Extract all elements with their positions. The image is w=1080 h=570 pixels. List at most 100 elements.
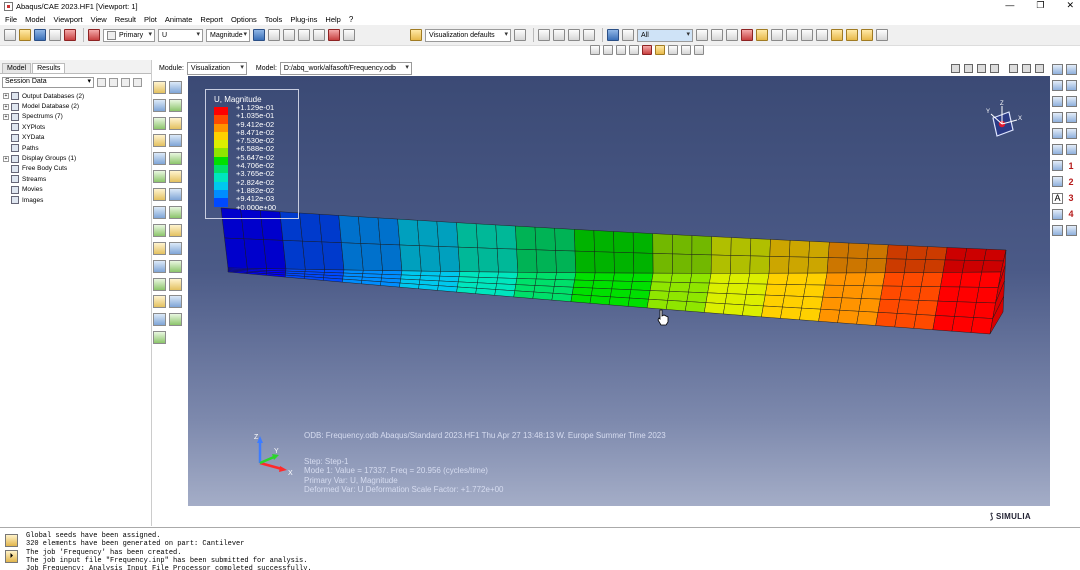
- viewport-number-label[interactable]: 4: [1066, 209, 1076, 219]
- expand-tree-icon[interactable]: [109, 78, 118, 87]
- python-prompt-icon[interactable]: ⏵: [5, 550, 18, 563]
- arrow-tool-icon[interactable]: [1066, 95, 1077, 107]
- view-cut-icon[interactable]: [153, 241, 166, 255]
- query-info-icon[interactable]: [607, 29, 619, 41]
- remove-icon[interactable]: [801, 29, 813, 41]
- save-icon[interactable]: [34, 29, 46, 41]
- display-group-options-icon[interactable]: [169, 259, 182, 273]
- primary-select[interactable]: Primary: [103, 28, 155, 42]
- legend-toggle-icon[interactable]: [1052, 63, 1063, 75]
- module-select[interactable]: Visualization: [186, 61, 247, 75]
- view-iso-icon[interactable]: [831, 29, 843, 41]
- tree-item[interactable]: Free Body Cuts: [3, 164, 151, 174]
- menu-options[interactable]: Options: [231, 15, 257, 24]
- previous-frame-icon[interactable]: [964, 63, 973, 73]
- view-front-icon[interactable]: [846, 29, 858, 41]
- invariant-select[interactable]: Magnitude: [206, 28, 250, 42]
- expand-icon[interactable]: +: [3, 155, 9, 162]
- color-code-icon[interactable]: [1052, 128, 1063, 140]
- restore-button[interactable]: ❐: [1036, 0, 1044, 11]
- select-box-icon[interactable]: [711, 29, 723, 41]
- menu-model[interactable]: Model: [25, 15, 45, 24]
- drag-shape-icon[interactable]: [741, 29, 753, 41]
- rotate-icon[interactable]: [283, 29, 295, 41]
- filter-icon[interactable]: [97, 78, 106, 87]
- add-icon[interactable]: [816, 29, 828, 41]
- expand-icon[interactable]: +: [3, 93, 9, 100]
- tool-pen-icon[interactable]: [153, 331, 166, 345]
- menu-view[interactable]: View: [91, 15, 107, 24]
- close-button[interactable]: ✕: [1066, 0, 1074, 11]
- arrow-tool-icon[interactable]: [1066, 112, 1077, 124]
- query-select-icon[interactable]: [1052, 160, 1063, 172]
- title-block-icon[interactable]: [1052, 95, 1063, 107]
- toggle-lighting-icon[interactable]: [629, 44, 639, 55]
- variable-select[interactable]: U: [158, 28, 203, 42]
- previous-frame-icon[interactable]: [553, 29, 565, 41]
- display-options-icon[interactable]: [169, 295, 182, 309]
- collapse-tree-icon[interactable]: [121, 78, 130, 87]
- viewport-number-label[interactable]: 1: [1066, 161, 1076, 171]
- plot-contours-icon[interactable]: [153, 98, 166, 112]
- rotate-center-icon[interactable]: [694, 44, 704, 55]
- animate-scale-icon[interactable]: [153, 170, 166, 184]
- session-data-select[interactable]: Session Data: [2, 77, 94, 88]
- stream-icon[interactable]: [153, 277, 166, 291]
- hide-icon[interactable]: [655, 44, 665, 55]
- render-style-icon[interactable]: [514, 29, 526, 41]
- box-zoom-icon[interactable]: [328, 29, 340, 41]
- pan-icon[interactable]: [268, 29, 280, 41]
- redo-icon[interactable]: [681, 44, 691, 55]
- first-frame-icon[interactable]: [538, 29, 550, 41]
- menu-plugins[interactable]: Plug-ins: [290, 15, 317, 24]
- lock-icon[interactable]: [1009, 63, 1018, 73]
- messages-icon[interactable]: [5, 534, 18, 547]
- contour-options-icon[interactable]: [169, 98, 182, 112]
- allow-multiple-plots-icon[interactable]: [153, 152, 166, 166]
- menu-report[interactable]: Report: [200, 15, 223, 24]
- menu-file[interactable]: File: [5, 15, 17, 24]
- undo-icon[interactable]: [668, 44, 678, 55]
- line-tool-icon[interactable]: [1052, 176, 1063, 188]
- viewport[interactable]: U, Magnitude +1.129e-01 +1.035e-01 +9.412e…: [188, 76, 1050, 506]
- visualization-defaults-select[interactable]: Visualization defaults: [425, 28, 511, 42]
- tree-item[interactable]: + Model Database (2): [3, 101, 151, 111]
- state-block-icon[interactable]: [1052, 112, 1063, 124]
- auto-fit-icon[interactable]: [343, 29, 355, 41]
- shape-tool-icon[interactable]: [1052, 224, 1063, 236]
- menu-tools[interactable]: Tools: [265, 15, 283, 24]
- plot-material-orientation-icon[interactable]: [153, 134, 166, 148]
- drag-select-icon[interactable]: [642, 44, 652, 55]
- next-frame-icon[interactable]: [977, 63, 986, 73]
- viewport-number-label[interactable]: 3: [1066, 193, 1076, 203]
- menu-help[interactable]: Help: [325, 15, 340, 24]
- view-cut-options-icon[interactable]: [169, 241, 182, 255]
- last-frame-icon[interactable]: [990, 63, 999, 73]
- replace-icon[interactable]: [786, 29, 798, 41]
- query-options-icon[interactable]: [169, 313, 182, 327]
- tree-item[interactable]: Images: [3, 195, 151, 205]
- arrow-tool-icon[interactable]: [1066, 63, 1077, 75]
- free-body-cut-icon[interactable]: [153, 259, 166, 273]
- odb-display-icon[interactable]: [153, 295, 166, 309]
- toggle-render-icon[interactable]: [590, 44, 600, 55]
- print-icon[interactable]: [49, 29, 61, 41]
- menu-viewport[interactable]: Viewport: [54, 15, 83, 24]
- menu-animate[interactable]: Animate: [165, 15, 193, 24]
- viewport-number-label[interactable]: 2: [1066, 177, 1076, 187]
- animate-time-icon[interactable]: [169, 170, 182, 184]
- model-select[interactable]: D:/abq_work/alfasoft/Frequency.odb: [279, 61, 412, 75]
- tree-item[interactable]: XYData: [3, 133, 151, 143]
- first-frame-icon[interactable]: [951, 63, 960, 73]
- plot-undeformed-icon[interactable]: [153, 80, 166, 94]
- layout-icon[interactable]: [1035, 63, 1044, 73]
- display-group-icon[interactable]: [771, 29, 783, 41]
- tree-item[interactable]: + Spectrums (7): [3, 112, 151, 122]
- tree-item[interactable]: Movies: [3, 185, 151, 195]
- tree-item[interactable]: Paths: [3, 143, 151, 153]
- tree-item[interactable]: XYPlots: [3, 122, 151, 132]
- plot-deformed-icon[interactable]: [169, 80, 182, 94]
- menu-result[interactable]: Result: [115, 15, 136, 24]
- tree-help-icon[interactable]: [133, 78, 142, 87]
- select-cursor-icon[interactable]: [622, 29, 634, 41]
